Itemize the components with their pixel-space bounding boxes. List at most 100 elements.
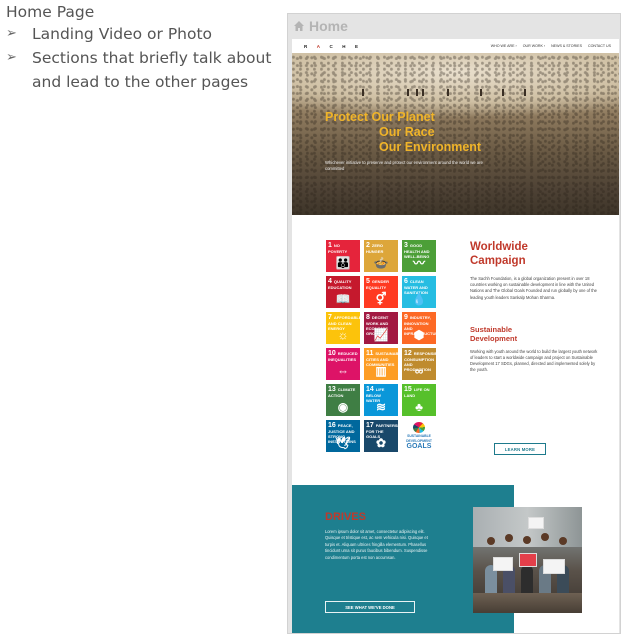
list-item: ➢ Sections that briefly talk about and l… <box>6 46 281 94</box>
frame-title: Home <box>309 18 348 34</box>
note-text: Landing Video or Photo <box>32 25 213 43</box>
sdg-goal-icon: ⇔ <box>337 364 349 378</box>
drives-section: DRIVES Lorem ipsum dolor sit amet, conse… <box>292 485 619 633</box>
worldwide-campaign-block: Worldwide Campaign The Sachh Foundation,… <box>470 240 600 374</box>
sdg-tile-number: 4 <box>328 278 332 285</box>
sdg-tile-8: 8 DECENT WORK AND ECONOMIC GROWTH 📈 <box>364 312 398 344</box>
sustainable-title: Sustainable Development <box>470 325 600 343</box>
sdg-tile-2: 2 ZERO HUNGER 🍲 <box>364 240 398 272</box>
logo-letter: H <box>342 43 346 49</box>
sdg-goal-icon: ⬢ <box>413 328 425 342</box>
hero-headline-line-2: Our Race <box>379 125 435 139</box>
sdg-goal-icon: ≋ <box>375 400 387 414</box>
logo-letter: A <box>316 43 321 49</box>
sdg-tile-12: 12RESPONSIBLE CONSUMPTION AND PRODUCTION… <box>402 348 436 380</box>
sdg-goal-icon: ♣ <box>415 400 423 414</box>
note-text: Sections that briefly talk about and lea… <box>32 49 272 91</box>
logo-letter: C <box>329 43 334 49</box>
sdg-goal-icon: 〰 <box>412 256 425 270</box>
sdg-goal-icon: ∞ <box>414 364 424 378</box>
sdg-tile-3: 3 GOOD HEALTH AND WELL-BEING 〰 <box>402 240 436 272</box>
sdg-logo-line-3: GOALS <box>406 443 432 450</box>
sdg-tile-number: 5 <box>366 278 370 285</box>
sdg-tile-number: 3 <box>404 242 408 249</box>
hero-people-silhouettes <box>352 89 552 99</box>
hero-headline-line-1: Protect Our Planet <box>325 110 435 124</box>
hero-subtext: Whichever initiative to preserve and pro… <box>325 160 483 171</box>
hero-headline-line-3: Our Environment <box>379 140 482 154</box>
see-what-weve-done-button[interactable]: SEE WHAT WE'VE DONE <box>325 601 415 613</box>
sdg-grid: 1 NO POVERTY 👪 2 ZERO HUNGER 🍲 3 GOOD HEALTH AN… <box>326 240 438 452</box>
hero-banner: Protect Our Planet Our Race Our Environm… <box>292 53 619 215</box>
sdg-tile-4: 4 QUALITY EDUCATION 📖 <box>326 276 360 308</box>
drives-body: Lorem ipsum dolor sit amet, consectetur … <box>325 529 428 560</box>
sdg-goal-icon: ⚥ <box>375 292 387 306</box>
nav-item-contact-us[interactable]: CONTACT US <box>588 44 611 48</box>
sdg-goal-icon: ◉ <box>337 400 349 414</box>
sdg-tile-number: 13 <box>328 386 336 393</box>
sdg-tile-number: 10 <box>328 350 336 357</box>
sdg-tile-number: 8 <box>366 314 370 321</box>
sdg-goal-icon: 👪 <box>335 256 351 270</box>
worldwide-title-line-1: Worldwide <box>470 241 528 253</box>
frame-header: Home <box>293 17 348 35</box>
sdg-tile-number: 2 <box>366 242 370 249</box>
sdg-tile-14: 14 LIFE BELOW WATER ≋ <box>364 384 398 416</box>
sdg-logo-line-1: SUSTAINABLE <box>407 434 431 438</box>
sdg-tile-number: 12 <box>404 350 412 357</box>
sdg-tile-17: 17PARTNERSHIPS FOR THE GOALS✿ <box>364 420 398 452</box>
logo-letter: R <box>304 43 308 49</box>
sustainable-body: Working with youth around the world to b… <box>470 348 598 373</box>
sdg-wheel-icon <box>413 422 425 433</box>
sdg-goal-icon: 💧 <box>411 292 427 306</box>
sdg-tile-number: 11 <box>366 350 374 357</box>
site-nav: R A C H E WHO WE ARE › OUR WORK › NEWS &… <box>292 39 619 53</box>
sdg-tile-number: 17 <box>366 422 374 429</box>
sdg-tile-5: 5 GENDER EQUALITY ⚥ <box>364 276 398 308</box>
home-icon <box>293 20 305 32</box>
sustainable-title-line-1: Sustainable <box>470 324 513 334</box>
sdg-tile-13: 13 CLIMATE ACTION ◉ <box>326 384 360 416</box>
notes-list: ➢ Landing Video or Photo ➢ Sections that… <box>6 22 281 94</box>
sdg-tile-7: 7 AFFORDABLE AND CLEAN ENERGY ☼ <box>326 312 360 344</box>
sdg-goal-icon: ✿ <box>375 436 387 450</box>
notes-title: Home Page <box>6 3 95 21</box>
sdg-tile-10: 10 REDUCED INEQUALITIES ⇔ <box>326 348 360 380</box>
sdg-goal-icon: 🍲 <box>373 256 389 270</box>
list-item: ➢ Landing Video or Photo <box>6 22 281 46</box>
sdg-section: 1 NO POVERTY 👪 2 ZERO HUNGER 🍲 3 GOOD HEALTH AN… <box>292 215 619 485</box>
worldwide-title-line-2: Campaign <box>470 255 526 267</box>
learn-more-button[interactable]: LEARN MORE <box>494 443 546 455</box>
logo-letter: E <box>355 43 359 49</box>
worldwide-title: Worldwide Campaign <box>470 240 600 268</box>
sdg-tile-number: 1 <box>328 242 332 249</box>
sustainable-title-line-2: Development <box>470 333 518 343</box>
sdg-tile-15: 15 LIFE ON LAND ♣ <box>402 384 436 416</box>
sdg-goal-icon: 📖 <box>335 292 351 306</box>
sdg-goal-icon: ▥ <box>375 364 387 378</box>
nav-item-news-stories[interactable]: NEWS & STORIES <box>551 44 582 48</box>
notes-panel: Home Page ➢ Landing Video or Photo ➢ Sec… <box>6 2 281 94</box>
sdg-tile-6: 6 CLEAN WATER AND SANITATION 💧 <box>402 276 436 308</box>
website-mockup: R A C H E WHO WE ARE › OUR WORK › NEWS &… <box>292 39 619 633</box>
sdg-goal-icon: 📈 <box>373 328 389 342</box>
sdg-tile-number: 7 <box>328 314 332 321</box>
sdg-logo-tile: SUSTAINABLE DEVELOPMENT GOALS <box>402 420 436 452</box>
sdg-tile-1: 1 NO POVERTY 👪 <box>326 240 360 272</box>
sdg-tile-number: 16 <box>328 422 336 429</box>
sdg-tile-16: 16 PEACE, JUSTICE AND STRONG INSTITUTIONS… <box>326 420 360 452</box>
mockup-frame: Home R A C H E WHO WE ARE › OUR WORK › N… <box>287 13 621 634</box>
sdg-tile-number: 6 <box>404 278 408 285</box>
nav-item-our-work[interactable]: OUR WORK › <box>523 44 545 48</box>
nav-menu: WHO WE ARE › OUR WORK › NEWS & STORIES C… <box>491 44 611 48</box>
hero-headline: Protect Our Planet Our Race Our Environm… <box>325 110 481 155</box>
arrow-bullet-icon: ➢ <box>6 50 17 65</box>
worldwide-body: The Sachh Foundation, is a global organi… <box>470 276 597 300</box>
site-logo[interactable]: R A C H E <box>304 44 359 49</box>
sdg-tile-9: 9INDUSTRY, INNOVATION AND INFRASTRUCTURE… <box>402 312 436 344</box>
sdg-tile-number: 14 <box>366 386 374 393</box>
drives-group-photo <box>473 507 582 613</box>
sdg-tile-number: 9 <box>404 314 408 321</box>
sdg-tile-11: 11SUSTAINABLE CITIES AND COMMUNITIES▥ <box>364 348 398 380</box>
nav-item-who-we-are[interactable]: WHO WE ARE › <box>491 44 517 48</box>
